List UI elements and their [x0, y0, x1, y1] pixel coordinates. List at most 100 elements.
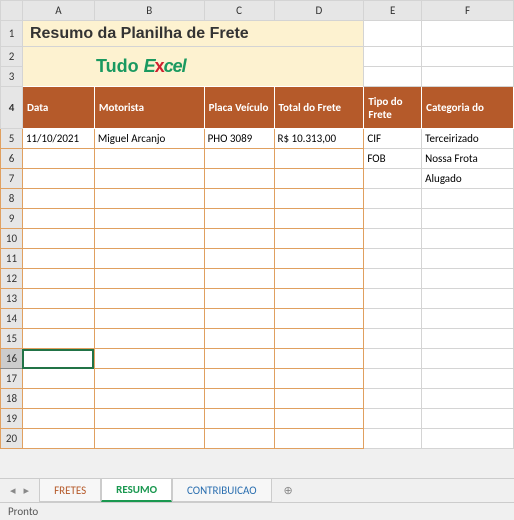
- cell-C8[interactable]: [204, 189, 274, 209]
- cell-C19[interactable]: [204, 409, 274, 429]
- cell-B19[interactable]: [94, 409, 204, 429]
- cell-E13[interactable]: [364, 289, 422, 309]
- row-header-7[interactable]: 7: [1, 169, 23, 189]
- col-header-C[interactable]: C: [204, 1, 274, 21]
- row-header-13[interactable]: 13: [1, 289, 23, 309]
- cell-A14[interactable]: [22, 309, 94, 329]
- cell-C14[interactable]: [204, 309, 274, 329]
- cell-D11[interactable]: [274, 249, 364, 269]
- cell-E18[interactable]: [364, 389, 422, 409]
- cell-C15[interactable]: [204, 329, 274, 349]
- cell-F12[interactable]: [422, 269, 514, 289]
- cell-C18[interactable]: [204, 389, 274, 409]
- row-header-9[interactable]: 9: [1, 209, 23, 229]
- cell-C12[interactable]: [204, 269, 274, 289]
- cell-E9[interactable]: [364, 209, 422, 229]
- sheet-title[interactable]: Resumo da Planilha de Frete: [22, 21, 363, 47]
- cell-D19[interactable]: [274, 409, 364, 429]
- cell-A16-selected[interactable]: [22, 349, 94, 369]
- cell-A7[interactable]: [22, 169, 94, 189]
- cell-A11[interactable]: [22, 249, 94, 269]
- cell-C17[interactable]: [204, 369, 274, 389]
- cell-A13[interactable]: [22, 289, 94, 309]
- cell-F17[interactable]: [422, 369, 514, 389]
- col-header-E[interactable]: E: [364, 1, 422, 21]
- tab-contribuicao[interactable]: CONTRIBUICAO: [172, 479, 271, 502]
- cell-D7[interactable]: [274, 169, 364, 189]
- row-header-10[interactable]: 10: [1, 229, 23, 249]
- row-header-17[interactable]: 17: [1, 369, 23, 389]
- cell-B8[interactable]: [94, 189, 204, 209]
- cell-B14[interactable]: [94, 309, 204, 329]
- table-header-total[interactable]: Total do Frete: [274, 87, 364, 129]
- cell-E16[interactable]: [364, 349, 422, 369]
- cell-F14[interactable]: [422, 309, 514, 329]
- cell-D16[interactable]: [274, 349, 364, 369]
- row-header-16[interactable]: 16: [1, 349, 23, 369]
- cell-F16[interactable]: [422, 349, 514, 369]
- cell-F8[interactable]: [422, 189, 514, 209]
- cell-D17[interactable]: [274, 369, 364, 389]
- cell-E2[interactable]: [364, 47, 422, 67]
- cell-D13[interactable]: [274, 289, 364, 309]
- cell-E20[interactable]: [364, 429, 422, 449]
- cell-B10[interactable]: [94, 229, 204, 249]
- cell-F18[interactable]: [422, 389, 514, 409]
- cell-E5[interactable]: CIF: [364, 129, 422, 149]
- tab-resumo[interactable]: RESUMO: [101, 479, 172, 502]
- cell-F15[interactable]: [422, 329, 514, 349]
- spreadsheet-grid[interactable]: A B C D E F 1 Resumo da Planilha de Fret…: [0, 0, 514, 449]
- row-header-12[interactable]: 12: [1, 269, 23, 289]
- cell-F6[interactable]: Nossa Frota: [422, 149, 514, 169]
- cell-F19[interactable]: [422, 409, 514, 429]
- cell-F9[interactable]: [422, 209, 514, 229]
- table-header-placa[interactable]: Placa Veículo: [204, 87, 274, 129]
- col-header-F[interactable]: F: [422, 1, 514, 21]
- cell-F10[interactable]: [422, 229, 514, 249]
- row-header-19[interactable]: 19: [1, 409, 23, 429]
- cell-F11[interactable]: [422, 249, 514, 269]
- row-header-4[interactable]: 4: [1, 87, 23, 129]
- cell-B20[interactable]: [94, 429, 204, 449]
- cell-B9[interactable]: [94, 209, 204, 229]
- cell-F13[interactable]: [422, 289, 514, 309]
- cell-E19[interactable]: [364, 409, 422, 429]
- cell-A8[interactable]: [22, 189, 94, 209]
- cell-D12[interactable]: [274, 269, 364, 289]
- row-header-6[interactable]: 6: [1, 149, 23, 169]
- cell-F2[interactable]: [422, 47, 514, 67]
- row-header-3[interactable]: 3: [1, 67, 23, 87]
- cell-B6[interactable]: [94, 149, 204, 169]
- cell-A19[interactable]: [22, 409, 94, 429]
- cell-B12[interactable]: [94, 269, 204, 289]
- cell-E8[interactable]: [364, 189, 422, 209]
- cell-A18[interactable]: [22, 389, 94, 409]
- cell-F20[interactable]: [422, 429, 514, 449]
- row-header-1[interactable]: 1: [1, 21, 23, 47]
- cell-B13[interactable]: [94, 289, 204, 309]
- row-header-20[interactable]: 20: [1, 429, 23, 449]
- cell-A17[interactable]: [22, 369, 94, 389]
- cell-B15[interactable]: [94, 329, 204, 349]
- cell-C7[interactable]: [204, 169, 274, 189]
- cell-E1[interactable]: [364, 21, 422, 47]
- cell-D8[interactable]: [274, 189, 364, 209]
- add-sheet-button[interactable]: ⊕: [272, 484, 305, 497]
- tab-fretes[interactable]: FRETES: [39, 479, 101, 502]
- row-header-5[interactable]: 5: [1, 129, 23, 149]
- cell-E11[interactable]: [364, 249, 422, 269]
- row-header-8[interactable]: 8: [1, 189, 23, 209]
- cell-D15[interactable]: [274, 329, 364, 349]
- cell-D20[interactable]: [274, 429, 364, 449]
- cell-B17[interactable]: [94, 369, 204, 389]
- col-header-A[interactable]: A: [22, 1, 94, 21]
- cell-C13[interactable]: [204, 289, 274, 309]
- cell-C6[interactable]: [204, 149, 274, 169]
- cell-E14[interactable]: [364, 309, 422, 329]
- cell-D9[interactable]: [274, 209, 364, 229]
- cell-D10[interactable]: [274, 229, 364, 249]
- cell-B16[interactable]: [94, 349, 204, 369]
- cell-A5[interactable]: 11/10/2021: [22, 129, 94, 149]
- table-header-tipo[interactable]: Tipo do Frete: [364, 87, 422, 129]
- select-all-corner[interactable]: [1, 1, 23, 21]
